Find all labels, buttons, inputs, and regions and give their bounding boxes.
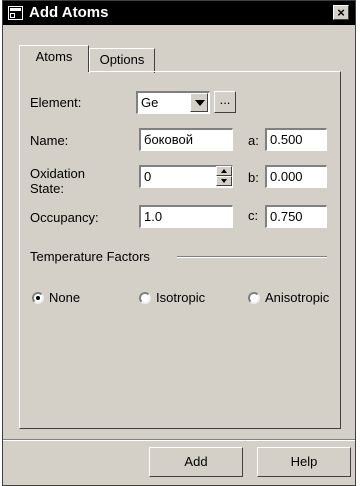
- b-label: b:: [248, 170, 259, 185]
- tab-options[interactable]: Options: [89, 48, 155, 73]
- b-field[interactable]: 0.000: [265, 165, 327, 188]
- window-icon: [8, 6, 23, 20]
- temperature-group-label: Temperature Factors: [30, 249, 150, 264]
- chevron-down-icon[interactable]: [190, 93, 208, 112]
- tab-atoms[interactable]: Atoms: [19, 45, 89, 72]
- b-field-value: 0.000: [270, 169, 303, 184]
- name-field[interactable]: боковой: [139, 128, 233, 151]
- occupancy-field[interactable]: 1.0: [139, 205, 233, 228]
- element-label: Element:: [30, 95, 82, 110]
- add-button[interactable]: Add: [149, 447, 243, 477]
- radio-none-label: None: [49, 290, 81, 305]
- close-button[interactable]: ×: [333, 5, 349, 20]
- window-title: Add Atoms: [29, 4, 109, 21]
- radio-isotropic-label: Isotropic: [156, 290, 206, 305]
- help-button[interactable]: Help: [257, 447, 351, 477]
- radio-isotropic[interactable]: [139, 292, 151, 304]
- element-select-value: Ge: [141, 95, 159, 110]
- oxidation-label-line1: Oxidation: [30, 166, 85, 181]
- bottom-divider: [3, 439, 355, 441]
- occupancy-field-value: 1.0: [144, 209, 163, 224]
- radio-anisotropic-label: Anisotropic: [265, 290, 330, 305]
- arrow-down-icon[interactable]: [216, 176, 232, 186]
- name-field-value: боковой: [144, 132, 193, 147]
- a-label: a:: [248, 133, 259, 148]
- a-field[interactable]: 0.500: [265, 128, 327, 151]
- add-atoms-dialog: Add Atoms × Atoms Options Element: Ge ..…: [2, 0, 356, 486]
- radio-selected-dot: [36, 296, 40, 300]
- radio-anisotropic[interactable]: [248, 292, 260, 304]
- c-field[interactable]: 0.750: [265, 205, 327, 228]
- name-label: Name:: [30, 133, 69, 148]
- radio-none[interactable]: [32, 292, 44, 304]
- a-field-value: 0.500: [270, 132, 303, 147]
- c-label: c:: [248, 208, 259, 223]
- browse-element-button[interactable]: ...: [214, 91, 236, 113]
- c-field-value: 0.750: [270, 209, 303, 224]
- oxidation-label-line2: State:: [30, 181, 64, 196]
- oxidation-value: 0: [144, 169, 152, 184]
- occupancy-label: Occupancy:: [30, 210, 99, 225]
- arrow-up-icon[interactable]: [216, 166, 232, 176]
- group-divider: [177, 256, 327, 258]
- title-bar: Add Atoms ×: [3, 1, 355, 25]
